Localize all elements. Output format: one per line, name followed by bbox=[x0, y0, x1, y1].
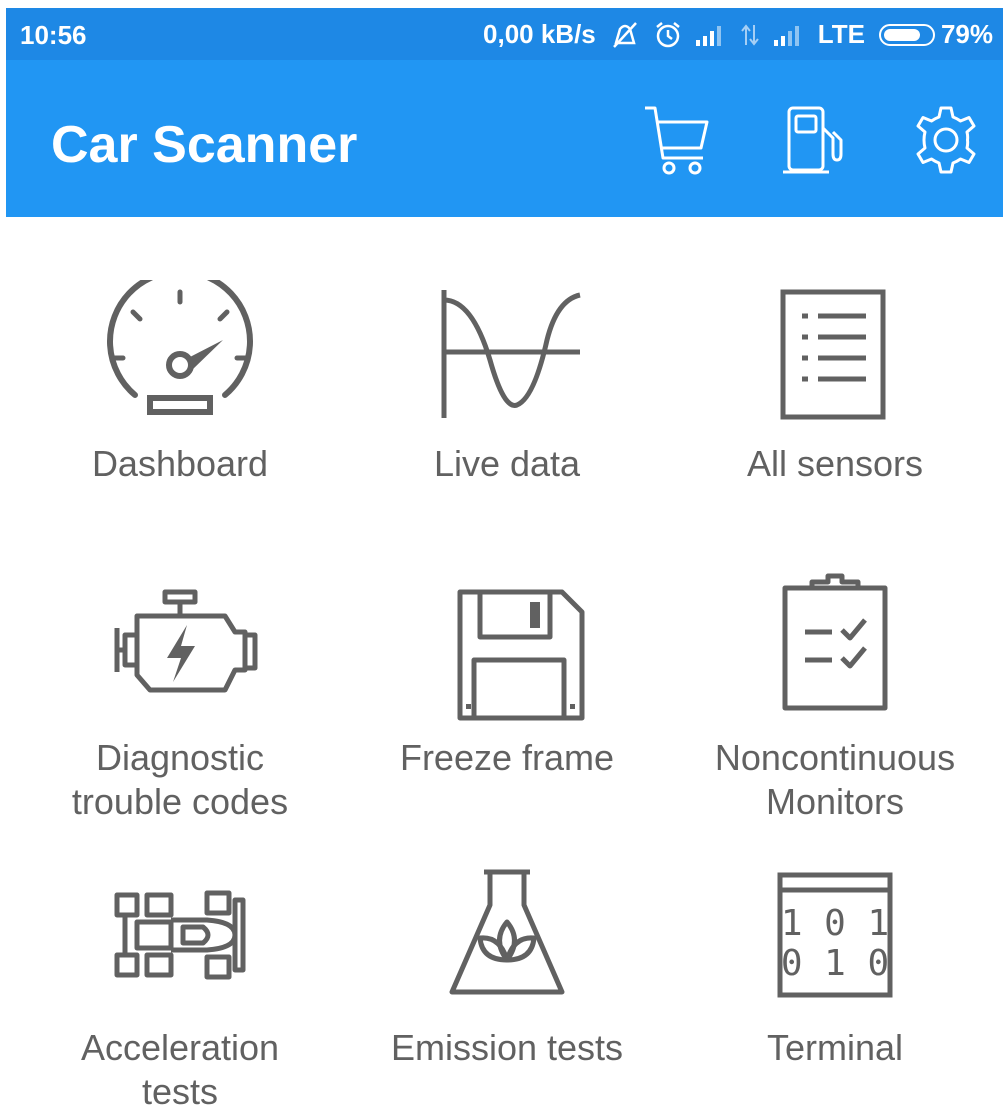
app-bar: Car Scanner bbox=[6, 60, 1003, 217]
status-indicators: 0,00 kB/s LTE 79% bbox=[483, 19, 993, 50]
settings-button[interactable] bbox=[906, 100, 986, 180]
tile-label: Freeze frame bbox=[399, 737, 615, 778]
battery-fill bbox=[883, 28, 921, 41]
wave-graph-icon bbox=[422, 280, 592, 430]
speedometer-icon bbox=[95, 280, 265, 430]
gear-icon bbox=[916, 106, 976, 174]
menu-live-data[interactable]: Live data bbox=[342, 270, 672, 500]
status-bar: 10:56 0,00 kB/s LTE 79% bbox=[6, 8, 1003, 60]
menu-emission-tests[interactable]: Emission tests bbox=[342, 860, 672, 1116]
race-car-icon bbox=[95, 860, 265, 1010]
tile-label: Terminal bbox=[766, 1027, 904, 1068]
fuel-button[interactable] bbox=[772, 100, 852, 180]
network-type: LTE bbox=[817, 19, 865, 49]
clipboard-checklist-icon bbox=[750, 570, 920, 720]
signal-icon-2 bbox=[773, 24, 804, 46]
app-title: Car Scanner bbox=[51, 116, 358, 174]
data-arrows-icon bbox=[740, 23, 760, 47]
floppy-disk-icon bbox=[422, 580, 592, 730]
battery-icon bbox=[878, 23, 935, 46]
menu-diagnostic-trouble-codes[interactable]: Diagnostic trouble codes bbox=[15, 570, 345, 830]
svg-text:1 0 1: 1 0 1 bbox=[781, 903, 889, 944]
menu-terminal[interactable]: 1 0 1 0 1 0 Terminal bbox=[670, 860, 1000, 1116]
tile-label: All sensors bbox=[746, 443, 924, 484]
alarm-icon bbox=[654, 21, 682, 49]
app-screen: 10:56 0,00 kB/s LTE 79% Car Scanner Dash… bbox=[0, 0, 1003, 1116]
tile-label: Noncontinuous Monitors bbox=[714, 737, 956, 822]
tile-label: Acceleration tests bbox=[80, 1027, 280, 1112]
menu-dashboard[interactable]: Dashboard bbox=[15, 270, 345, 500]
network-speed: 0,00 kB/s bbox=[483, 19, 596, 49]
cart-button[interactable] bbox=[636, 100, 716, 180]
menu-freeze-frame[interactable]: Freeze frame bbox=[342, 570, 672, 830]
tile-label: Emission tests bbox=[390, 1027, 624, 1068]
battery-indicator: 79% bbox=[878, 19, 993, 50]
mute-icon bbox=[610, 21, 640, 49]
menu-all-sensors[interactable]: All sensors bbox=[670, 270, 1000, 500]
fuel-pump-icon bbox=[783, 106, 843, 174]
engine-icon bbox=[95, 580, 265, 730]
cart-icon bbox=[645, 106, 709, 175]
menu-noncontinuous-monitors[interactable]: Noncontinuous Monitors bbox=[670, 570, 1000, 830]
list-document-icon bbox=[750, 280, 920, 430]
svg-text:0 1 0: 0 1 0 bbox=[781, 943, 889, 984]
signal-icon bbox=[695, 24, 726, 46]
flask-leaf-icon bbox=[422, 860, 592, 1010]
tile-label: Live data bbox=[433, 443, 581, 484]
tile-label: Dashboard bbox=[91, 443, 269, 484]
battery-percent: 79% bbox=[940, 19, 993, 49]
menu-acceleration-tests[interactable]: Acceleration tests bbox=[15, 860, 345, 1116]
status-time: 10:56 bbox=[20, 20, 87, 50]
tile-label: Diagnostic trouble codes bbox=[71, 737, 289, 822]
binary-terminal-icon: 1 0 1 0 1 0 bbox=[750, 860, 920, 1010]
